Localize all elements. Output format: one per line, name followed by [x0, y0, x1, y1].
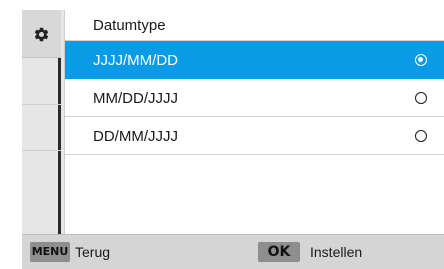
- radio-empty-icon[interactable]: [415, 130, 427, 142]
- settings-tab[interactable]: [22, 10, 61, 58]
- camera-settings-screen: Datumtype JJJJ/MM/DD MM/DD/JJJJ DD/MM/JJ…: [22, 10, 444, 269]
- ok-key-icon[interactable]: OK: [258, 242, 300, 262]
- radio-selected-icon[interactable]: [415, 54, 427, 66]
- gear-icon: [34, 27, 49, 42]
- panel-title: Datumtype: [93, 17, 166, 34]
- option-label: DD/MM/JJJJ: [93, 128, 178, 145]
- menu-key-icon[interactable]: MENU: [30, 242, 70, 262]
- panel-header: Datumtype: [65, 10, 444, 41]
- back-label: Terug: [75, 244, 111, 260]
- radio-empty-icon[interactable]: [415, 92, 427, 104]
- sidebar-divider: [22, 150, 61, 151]
- set-label: Instellen: [310, 244, 363, 260]
- option-label: JJJJ/MM/DD: [93, 52, 178, 69]
- sidebar: [22, 10, 61, 234]
- option-yyyy-mm-dd[interactable]: JJJJ/MM/DD: [65, 41, 444, 79]
- date-type-panel: Datumtype JJJJ/MM/DD MM/DD/JJJJ DD/MM/JJ…: [64, 10, 444, 234]
- sidebar-divider: [22, 104, 61, 105]
- footer-hints: MENU Terug OK Instellen: [22, 234, 444, 269]
- option-mm-dd-yyyy[interactable]: MM/DD/JJJJ: [65, 79, 444, 117]
- option-label: MM/DD/JJJJ: [93, 90, 178, 107]
- option-dd-mm-yyyy[interactable]: DD/MM/JJJJ: [65, 117, 444, 155]
